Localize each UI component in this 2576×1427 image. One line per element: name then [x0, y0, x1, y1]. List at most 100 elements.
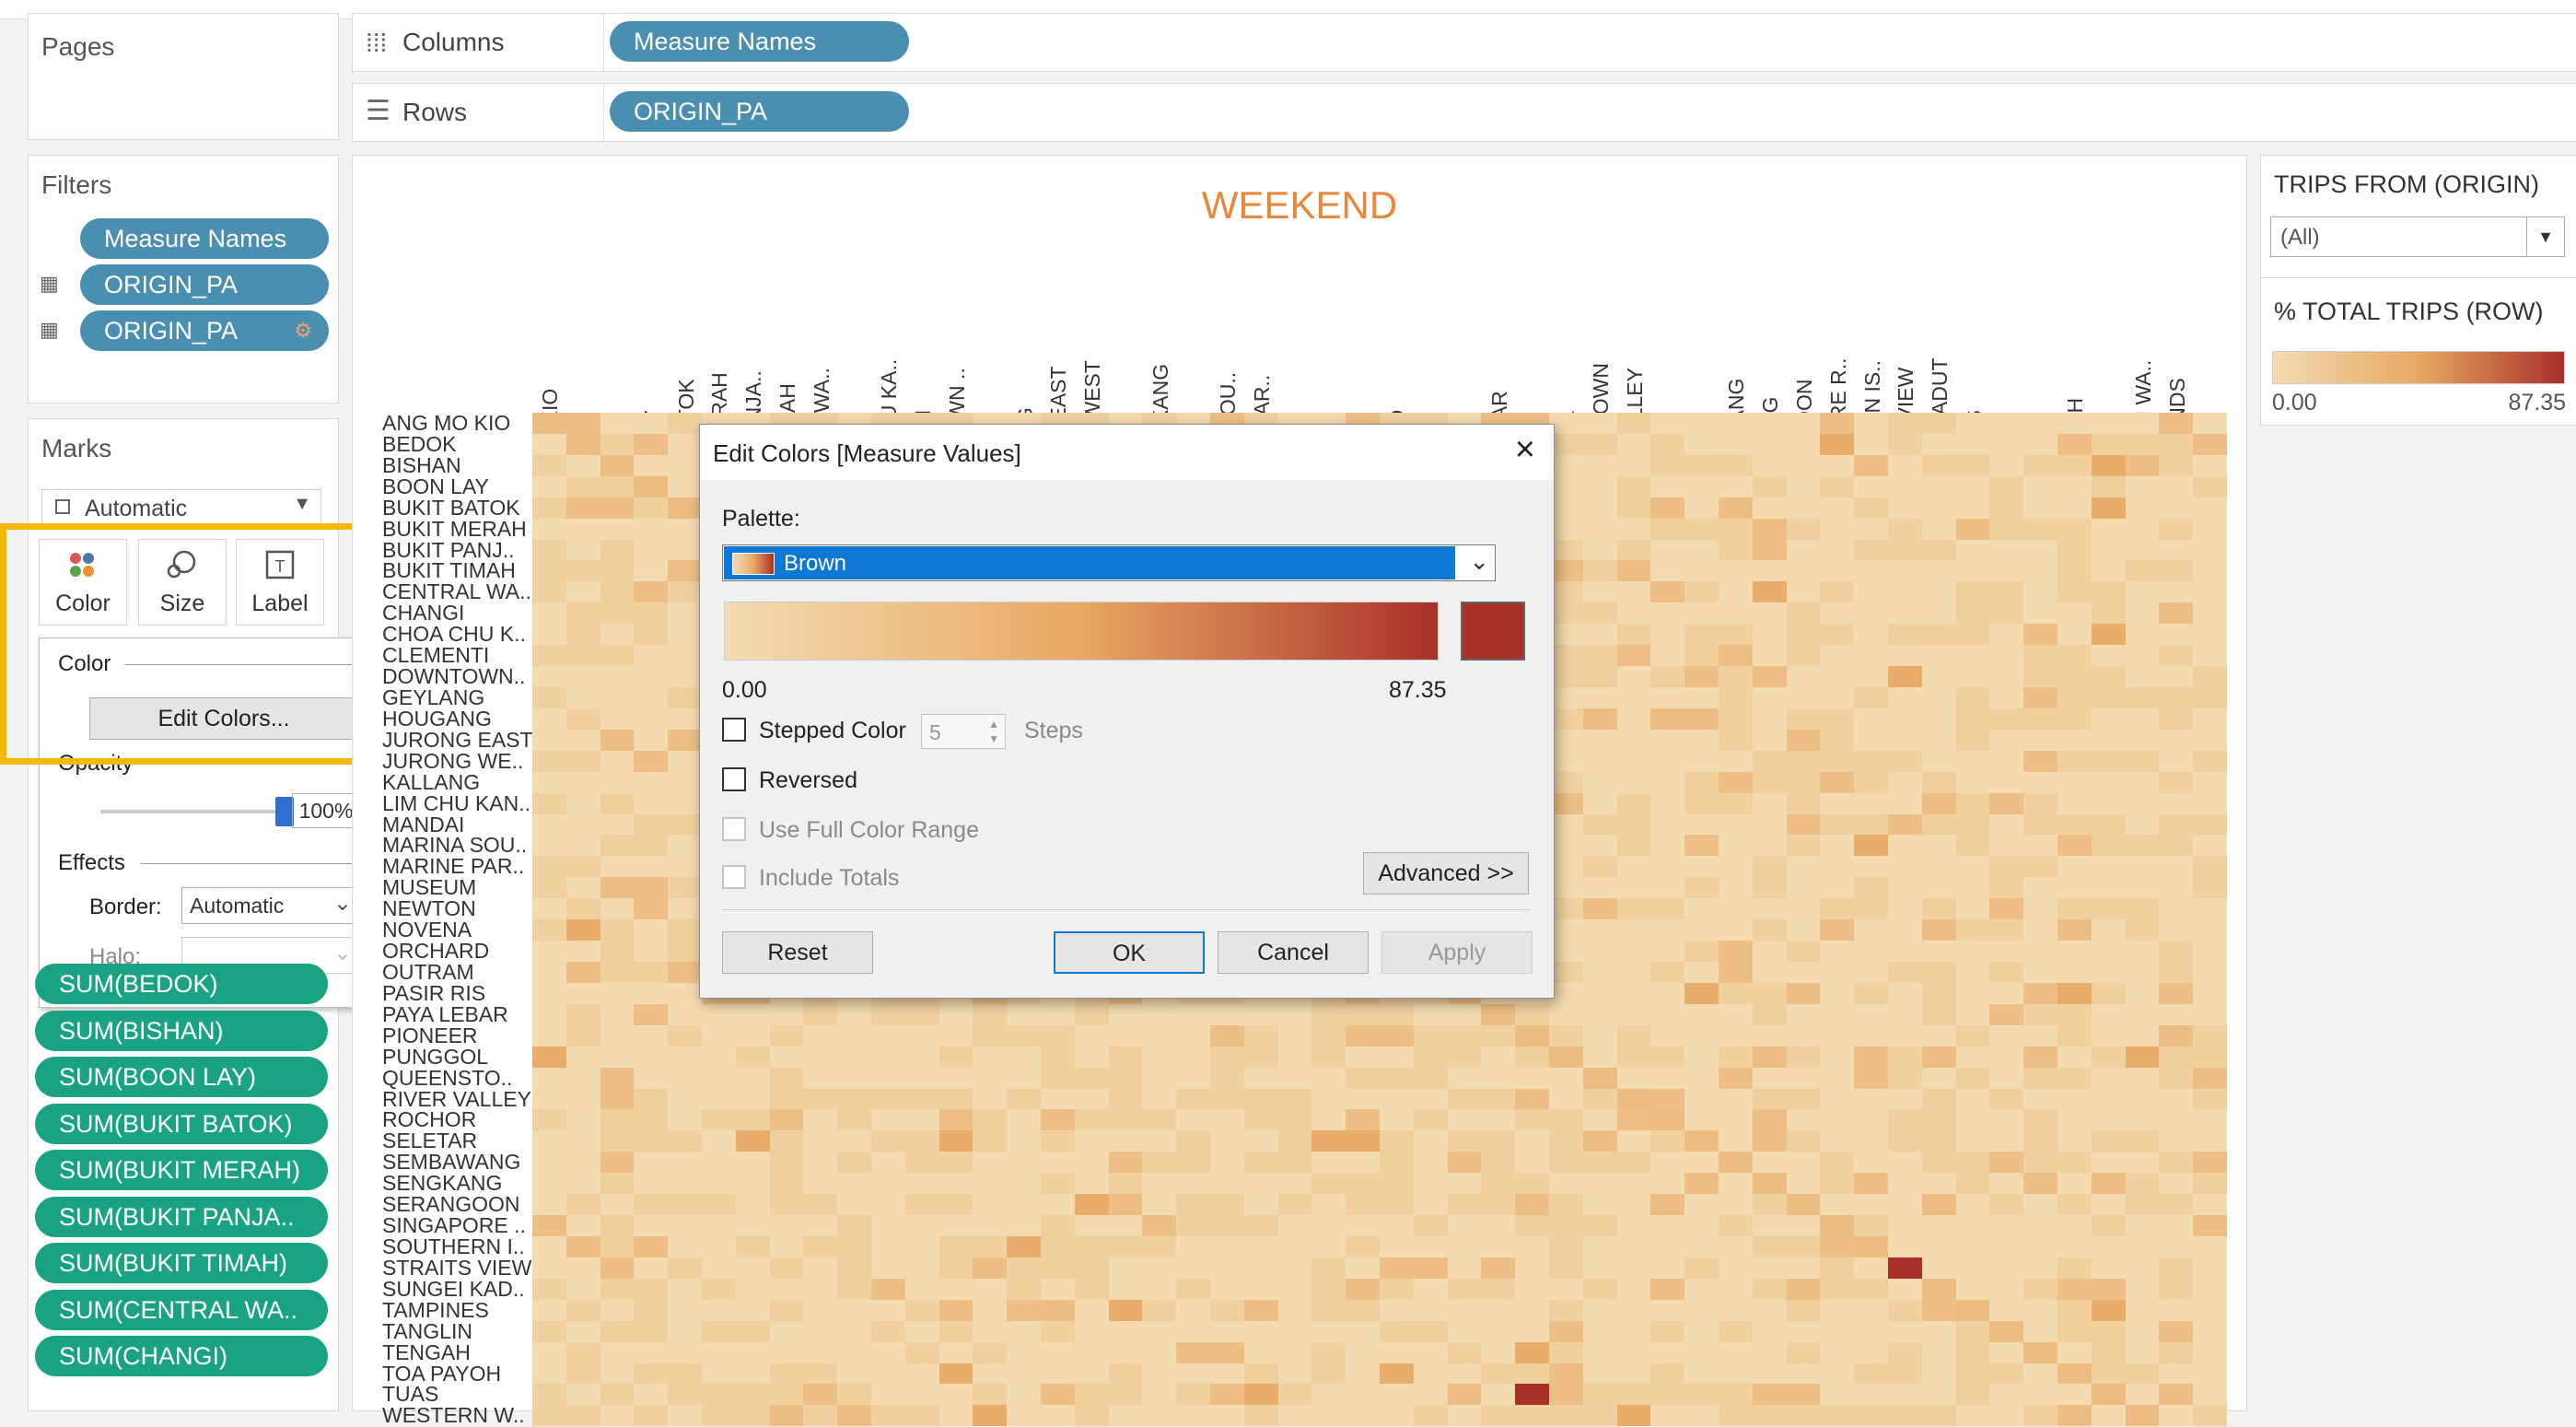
heatmap-cell[interactable] — [1582, 729, 1617, 751]
heatmap-cell[interactable] — [1311, 1236, 1346, 1258]
heatmap-cell[interactable] — [1142, 1278, 1177, 1300]
heatmap-cell[interactable] — [1786, 750, 1821, 772]
heatmap-cell[interactable] — [1820, 1024, 1855, 1047]
heatmap-cell[interactable] — [1616, 856, 1651, 878]
heatmap-cell[interactable] — [2023, 1152, 2058, 1174]
heatmap-cell[interactable] — [1888, 708, 1922, 730]
heatmap-cell[interactable] — [1820, 1278, 1855, 1300]
heatmap-cell[interactable] — [2193, 708, 2228, 730]
heatmap-cell[interactable] — [973, 1067, 1008, 1089]
heatmap-cell[interactable] — [1921, 413, 1956, 434]
heatmap-cell[interactable] — [1311, 1130, 1346, 1152]
heatmap-cell[interactable] — [1719, 1405, 1753, 1427]
row-header[interactable]: KALLANG — [382, 771, 480, 793]
heatmap-cell[interactable] — [1243, 1341, 1278, 1363]
heatmap-cell[interactable] — [1277, 1024, 1312, 1047]
heatmap-cell[interactable] — [1650, 433, 1685, 455]
heatmap-cell[interactable] — [1277, 1363, 1312, 1385]
heatmap-cell[interactable] — [1346, 1046, 1381, 1068]
column-header[interactable]: ROCHOR — [1650, 249, 1684, 517]
heatmap-cell[interactable] — [565, 813, 600, 836]
heatmap-cell[interactable] — [2193, 877, 2228, 899]
heatmap-cell[interactable] — [1719, 1088, 1753, 1110]
heatmap-cell[interactable] — [2159, 1152, 2194, 1174]
heatmap-cell[interactable] — [668, 919, 703, 942]
heatmap-cell[interactable] — [2159, 1278, 2194, 1300]
heatmap-cell[interactable] — [1955, 1363, 1990, 1385]
heatmap-cell[interactable] — [1921, 497, 1956, 519]
column-header[interactable]: JURONG WEST — [1075, 249, 1108, 517]
heatmap-cell[interactable] — [565, 1299, 600, 1321]
heatmap-cell[interactable] — [668, 1173, 703, 1195]
heatmap-cell[interactable] — [532, 835, 566, 857]
heatmap-cell[interactable] — [1786, 602, 1821, 625]
heatmap-cell[interactable] — [1888, 645, 1922, 667]
heatmap-cell[interactable] — [634, 1194, 669, 1216]
heatmap-cell[interactable] — [532, 1384, 566, 1406]
heatmap-cell[interactable] — [1989, 1152, 2024, 1174]
heatmap-cell[interactable] — [1684, 792, 1719, 814]
heatmap-cell[interactable] — [1719, 835, 1753, 857]
heatmap-cell[interactable] — [1074, 1384, 1109, 1406]
heatmap-cell[interactable] — [871, 1341, 905, 1363]
column-header[interactable]: BISHAN — [600, 249, 634, 517]
heatmap-cell[interactable] — [938, 1130, 973, 1152]
heatmap-cell[interactable] — [1854, 1194, 1889, 1216]
heatmap-cell[interactable] — [600, 1003, 635, 1025]
heatmap-cell[interactable] — [973, 1320, 1008, 1342]
heatmap-cell[interactable] — [1888, 581, 1922, 603]
heatmap-cell[interactable] — [1955, 581, 1990, 603]
heatmap-cell[interactable] — [1684, 1173, 1719, 1195]
row-header[interactable]: OUTRAM — [382, 962, 474, 983]
heatmap-cell[interactable] — [1447, 1257, 1482, 1279]
heatmap-cell[interactable] — [1176, 1046, 1211, 1068]
heatmap-cell[interactable] — [668, 856, 703, 878]
heatmap-cell[interactable] — [2159, 624, 2194, 646]
heatmap-cell[interactable] — [1752, 602, 1787, 625]
heatmap-cell[interactable] — [1786, 813, 1821, 836]
heatmap-cell[interactable] — [600, 539, 635, 561]
heatmap-cell[interactable] — [2125, 645, 2160, 667]
heatmap-cell[interactable] — [2159, 982, 2194, 1004]
heatmap-cell[interactable] — [1989, 1299, 2024, 1321]
heatmap-cell[interactable] — [1752, 624, 1787, 646]
heatmap-cell[interactable] — [1719, 497, 1753, 519]
heatmap-cell[interactable] — [1176, 1405, 1211, 1427]
heatmap-cell[interactable] — [1176, 1341, 1211, 1363]
heatmap-cell[interactable] — [1684, 1024, 1719, 1047]
heatmap-cell[interactable] — [668, 1109, 703, 1131]
heatmap-cell[interactable] — [1650, 1067, 1685, 1089]
heatmap-cell[interactable] — [1752, 708, 1787, 730]
heatmap-cell[interactable] — [1820, 1088, 1855, 1110]
heatmap-cell[interactable] — [2193, 539, 2228, 561]
heatmap-cell[interactable] — [1955, 624, 1990, 646]
heatmap-cell[interactable] — [2023, 1046, 2058, 1068]
heatmap-cell[interactable] — [1243, 1130, 1278, 1152]
heatmap-cell[interactable] — [634, 1003, 669, 1025]
heatmap-cell[interactable] — [1277, 1299, 1312, 1321]
heatmap-cell[interactable] — [2193, 518, 2228, 540]
heatmap-cell[interactable] — [1041, 1299, 1075, 1321]
heatmap-cell[interactable] — [565, 497, 600, 519]
heatmap-cell[interactable] — [532, 581, 566, 603]
heatmap-cell[interactable] — [1955, 1299, 1990, 1321]
heatmap-cell[interactable] — [1616, 1236, 1651, 1258]
heatmap-cell[interactable] — [1820, 835, 1855, 857]
heatmap-cell[interactable] — [1719, 898, 1753, 920]
heatmap-cell[interactable] — [2159, 1384, 2194, 1406]
heatmap-cell[interactable] — [1989, 1363, 2024, 1385]
heatmap-cell[interactable] — [1955, 1067, 1990, 1089]
heatmap-cell[interactable] — [2023, 581, 2058, 603]
heatmap-cell[interactable] — [2125, 666, 2160, 688]
heatmap-cell[interactable] — [532, 729, 566, 751]
heatmap-cell[interactable] — [1820, 1003, 1855, 1025]
heatmap-cell[interactable] — [532, 602, 566, 625]
heatmap-cell[interactable] — [634, 1215, 669, 1237]
heatmap-cell[interactable] — [2125, 1194, 2160, 1216]
heatmap-cell[interactable] — [2023, 1109, 2058, 1131]
heatmap-cell[interactable] — [600, 982, 635, 1004]
heatmap-cell[interactable] — [904, 1109, 939, 1131]
heatmap-cell[interactable] — [1650, 1341, 1685, 1363]
heatmap-cell[interactable] — [2193, 1215, 2228, 1237]
heatmap-cell[interactable] — [1549, 1405, 1583, 1427]
